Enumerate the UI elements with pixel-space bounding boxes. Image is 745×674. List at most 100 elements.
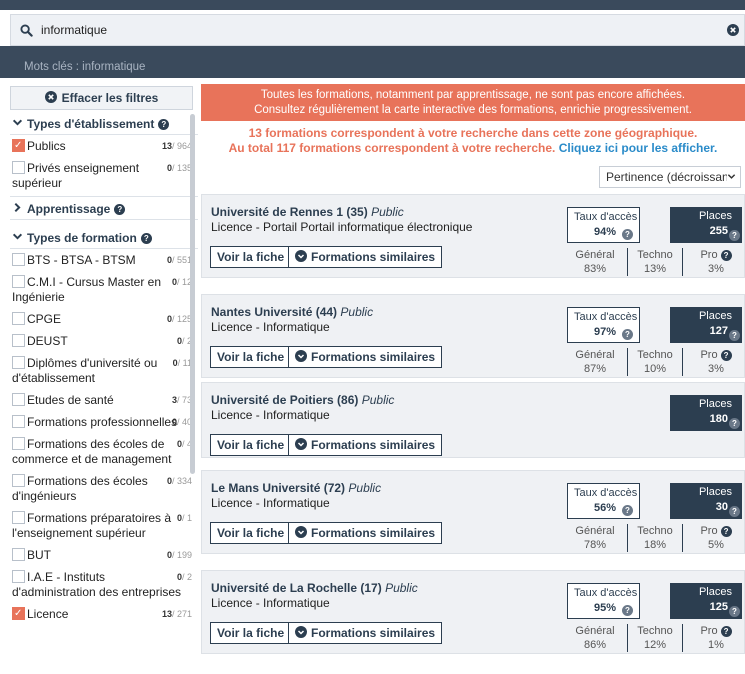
- section-apprentissage-title: Apprentissage: [27, 202, 111, 216]
- result-title[interactable]: Université de Rennes 1 (35) Public: [211, 205, 404, 219]
- section-apprentissage[interactable]: Apprentissage ?: [10, 196, 198, 220]
- filter-item[interactable]: Licence 13/ 271: [10, 603, 198, 625]
- help-icon[interactable]: ?: [114, 203, 126, 215]
- filter-label: Formations des écoles d'ingénieurs: [12, 474, 148, 503]
- checkbox[interactable]: [12, 570, 25, 583]
- checkbox[interactable]: [12, 356, 25, 369]
- filter-item[interactable]: Publics 13/ 964: [10, 135, 198, 157]
- filter-item[interactable]: DEUST 0/ 2: [10, 330, 198, 352]
- similar-formations-button[interactable]: Formations similaires: [288, 434, 443, 456]
- reset-filters-label: Effacer les filtres: [61, 91, 159, 105]
- places-value: 127: [709, 325, 728, 337]
- filter-label: Diplômes d'université ou d'établissement: [12, 356, 158, 385]
- sidebar-scrollbar[interactable]: [190, 114, 195, 474]
- checkbox-checked[interactable]: [12, 606, 25, 621]
- section-formation[interactable]: Types de formation ?: [10, 222, 198, 249]
- filter-count: 0/ 551: [166, 255, 192, 265]
- filter-item[interactable]: Formations préparatoires à l'enseignemen…: [10, 507, 198, 544]
- help-icon[interactable]: ?: [622, 504, 633, 516]
- clear-search-icon[interactable]: [722, 24, 744, 36]
- checkbox-checked[interactable]: [12, 138, 25, 153]
- help-icon[interactable]: ?: [622, 228, 633, 240]
- result-program: Licence - Portail Portail informatique é…: [211, 220, 473, 234]
- view-sheet-button[interactable]: Voir la fiche: [210, 246, 292, 268]
- similar-formations-button[interactable]: Formations similaires: [288, 346, 443, 368]
- filter-label: CPGE: [27, 312, 62, 326]
- checkbox[interactable]: [12, 312, 25, 325]
- filter-item[interactable]: Etudes de santé 3/ 73: [10, 389, 198, 411]
- summary-line-2: Au total 117 formations correspondent à …: [228, 141, 556, 155]
- help-icon[interactable]: ?: [720, 349, 732, 361]
- view-sheet-button[interactable]: Voir la fiche: [210, 434, 292, 456]
- bac-techno: Techno 18%: [627, 524, 683, 552]
- result-title[interactable]: Nantes Université (44) Public: [211, 305, 373, 319]
- filter-item[interactable]: Diplômes d'université ou d'établissement…: [10, 352, 198, 389]
- bac-general: Général 87%: [575, 349, 615, 375]
- view-sheet-button[interactable]: Voir la fiche: [210, 346, 292, 368]
- chevron-down-icon: [12, 117, 23, 131]
- search-input[interactable]: [41, 23, 722, 37]
- checkbox[interactable]: [12, 253, 25, 266]
- access-rate-box: Taux d'accès 56%?: [567, 483, 640, 519]
- filter-item[interactable]: I.A.E - Instituts d'administration des e…: [10, 566, 198, 603]
- checkbox[interactable]: [12, 437, 25, 450]
- info-line-1: Toutes les formations, notamment par app…: [260, 89, 686, 101]
- similar-formations-button[interactable]: Formations similaires: [288, 622, 443, 644]
- filter-item[interactable]: Privés enseignement supérieur 0/ 135: [10, 157, 198, 194]
- bac-pro: Pro? 1%: [692, 624, 740, 652]
- help-icon[interactable]: ?: [729, 329, 740, 341]
- filter-label: Formations des écoles de commerce et de …: [12, 437, 172, 466]
- bac-pro: Pro? 3%: [692, 348, 740, 376]
- help-icon[interactable]: ?: [729, 417, 740, 429]
- help-icon[interactable]: ?: [720, 525, 732, 537]
- similar-formations-button[interactable]: Formations similaires: [288, 522, 443, 544]
- help-icon[interactable]: ?: [140, 232, 152, 244]
- help-icon[interactable]: ?: [622, 328, 633, 340]
- checkbox[interactable]: [12, 275, 25, 288]
- sort-select[interactable]: Pertinence (décroissant): [599, 166, 741, 188]
- view-sheet-button[interactable]: Voir la fiche: [210, 622, 292, 644]
- help-icon[interactable]: ?: [720, 249, 732, 261]
- bac-general: Général 86%: [575, 625, 615, 651]
- filter-item[interactable]: BTS - BTSA - BTSM 0/ 551: [10, 249, 198, 271]
- search-bar[interactable]: [10, 14, 745, 46]
- checkbox[interactable]: [12, 548, 25, 561]
- filter-item[interactable]: C.M.I - Cursus Master en Ingénierie 0/ 12: [10, 271, 198, 308]
- checkbox[interactable]: [12, 511, 25, 524]
- help-icon[interactable]: ?: [729, 229, 740, 241]
- places-box: Places 30?: [670, 483, 742, 519]
- section-etablissement[interactable]: Types d'établissement ?: [10, 112, 198, 135]
- bac-pro: Pro? 3%: [692, 248, 740, 276]
- bac-general: Général 78%: [575, 525, 615, 551]
- filter-item[interactable]: Formations professionnelles 0/ 40: [10, 411, 198, 433]
- filter-count: 13/ 271: [161, 609, 192, 619]
- similar-formations-button[interactable]: Formations similaires: [288, 246, 443, 268]
- filter-item[interactable]: BUT 0/ 199: [10, 544, 198, 566]
- filter-label: BTS - BTSA - BTSM: [27, 253, 136, 267]
- help-icon[interactable]: ?: [622, 604, 633, 616]
- filter-item[interactable]: CPGE 0/ 125: [10, 308, 198, 330]
- help-icon[interactable]: ?: [720, 625, 732, 637]
- bac-techno: Techno 10%: [627, 348, 683, 376]
- reset-filters-button[interactable]: Effacer les filtres: [10, 86, 193, 110]
- checkbox[interactable]: [12, 393, 25, 406]
- results-summary: 13 formations correspondent à votre rech…: [201, 121, 745, 156]
- checkbox[interactable]: [12, 474, 25, 487]
- summary-line-1: 13 formations correspondent à votre rech…: [248, 126, 698, 140]
- checkbox[interactable]: [12, 415, 25, 428]
- filter-item[interactable]: Formations des écoles d'ingénieurs 0/ 334: [10, 470, 198, 507]
- help-icon[interactable]: ?: [729, 505, 740, 517]
- checkbox[interactable]: [12, 334, 25, 347]
- help-icon[interactable]: ?: [158, 118, 170, 130]
- checkbox[interactable]: [12, 161, 25, 174]
- filter-item[interactable]: Formations des écoles de commerce et de …: [10, 433, 198, 470]
- access-rate-value: 95%: [594, 602, 617, 614]
- close-circle-icon: [44, 90, 57, 106]
- result-title[interactable]: Université de Poitiers (86) Public: [211, 393, 394, 407]
- access-rate-box: Taux d'accès 95%?: [567, 583, 640, 619]
- show-all-link[interactable]: Cliquez ici pour les afficher.: [559, 141, 718, 155]
- result-title[interactable]: Université de La Rochelle (17) Public: [211, 581, 418, 595]
- result-title[interactable]: Le Mans Université (72) Public: [211, 481, 381, 495]
- help-icon[interactable]: ?: [729, 605, 740, 617]
- view-sheet-button[interactable]: Voir la fiche: [210, 522, 292, 544]
